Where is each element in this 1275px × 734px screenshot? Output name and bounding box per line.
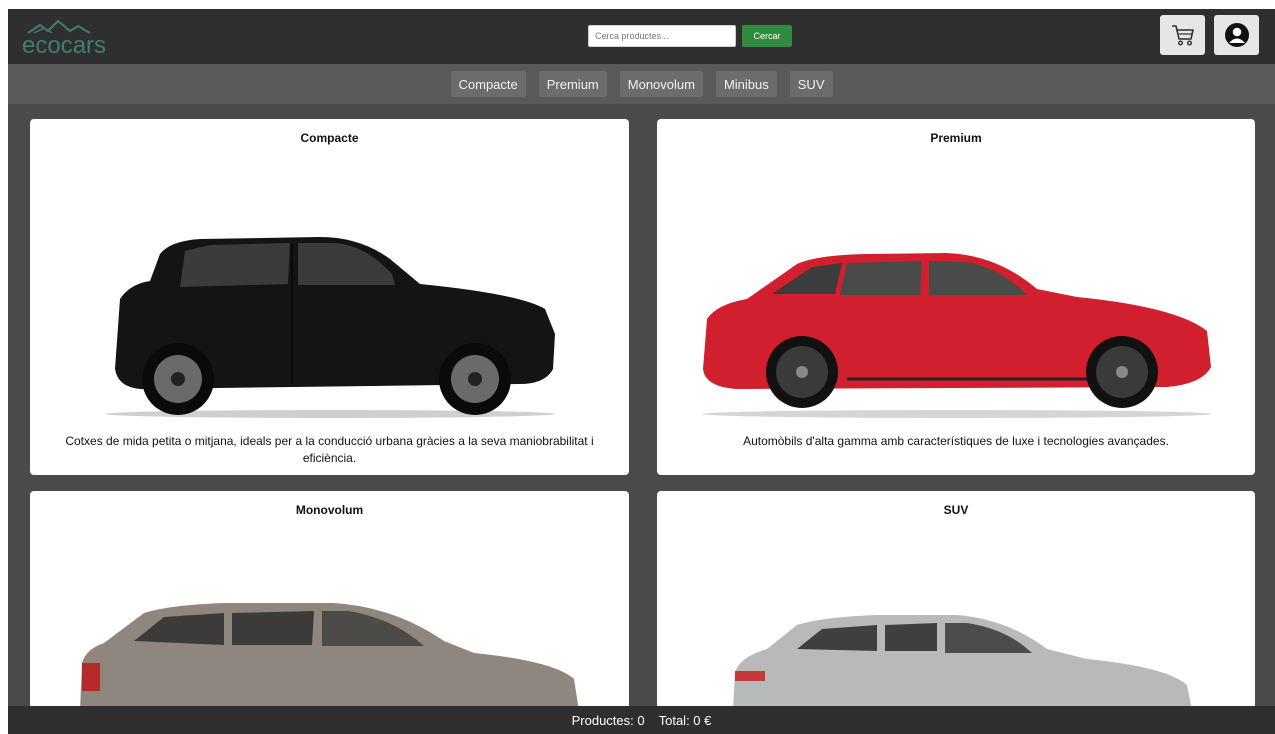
user-icon bbox=[1224, 23, 1249, 47]
card-description: Cotxes de mida petita o mitjana, ideals … bbox=[65, 434, 594, 465]
ecocars-logo[interactable]: ecocars bbox=[20, 15, 110, 57]
user-button[interactable] bbox=[1214, 15, 1259, 55]
card-title: SUV bbox=[943, 503, 969, 517]
car-image bbox=[105, 237, 555, 418]
category-minibus[interactable]: Minibus bbox=[715, 71, 777, 97]
cart-summary-footer: Productes: 0 Total: 0 € bbox=[8, 706, 1275, 734]
logo-text: ecocars bbox=[22, 32, 106, 57]
category-compacte[interactable]: Compacte bbox=[450, 71, 526, 97]
cart-total: Total: 0 € bbox=[658, 712, 712, 728]
category-premium[interactable]: Premium bbox=[538, 71, 607, 97]
category-card-suv[interactable]: SUV bbox=[657, 491, 1255, 731]
category-suv[interactable]: SUV bbox=[789, 71, 833, 97]
category-monovolum[interactable]: Monovolum bbox=[619, 71, 703, 97]
card-title: Premium bbox=[930, 131, 982, 145]
search-form: Cercar bbox=[588, 25, 792, 47]
products-count: Productes: 0 bbox=[571, 712, 645, 728]
card-description: Automòbils d'alta gamma amb característi… bbox=[743, 434, 1169, 448]
cart-icon bbox=[1171, 25, 1194, 46]
search-button[interactable]: Cercar bbox=[742, 25, 792, 47]
category-card-compacte[interactable]: Compacte Cotxes de mida petita o mitjana… bbox=[30, 119, 629, 475]
app-frame: ecocars Cercar Compacte Premium Mono bbox=[8, 9, 1275, 734]
category-card-monovolum[interactable]: Monovolum bbox=[30, 491, 629, 731]
top-bar: ecocars Cercar bbox=[8, 9, 1275, 64]
car-image bbox=[702, 253, 1212, 418]
search-input[interactable] bbox=[588, 25, 736, 47]
car-image bbox=[733, 615, 1192, 711]
car-image bbox=[80, 603, 579, 711]
category-card-premium[interactable]: Premium Automòbils d'alta gamma amb cara… bbox=[657, 119, 1255, 475]
category-nav: Compacte Premium Monovolum Minibus SUV bbox=[8, 64, 1275, 104]
card-title: Compacte bbox=[300, 131, 359, 145]
card-title: Monovolum bbox=[295, 503, 364, 517]
cart-button[interactable] bbox=[1160, 15, 1205, 55]
